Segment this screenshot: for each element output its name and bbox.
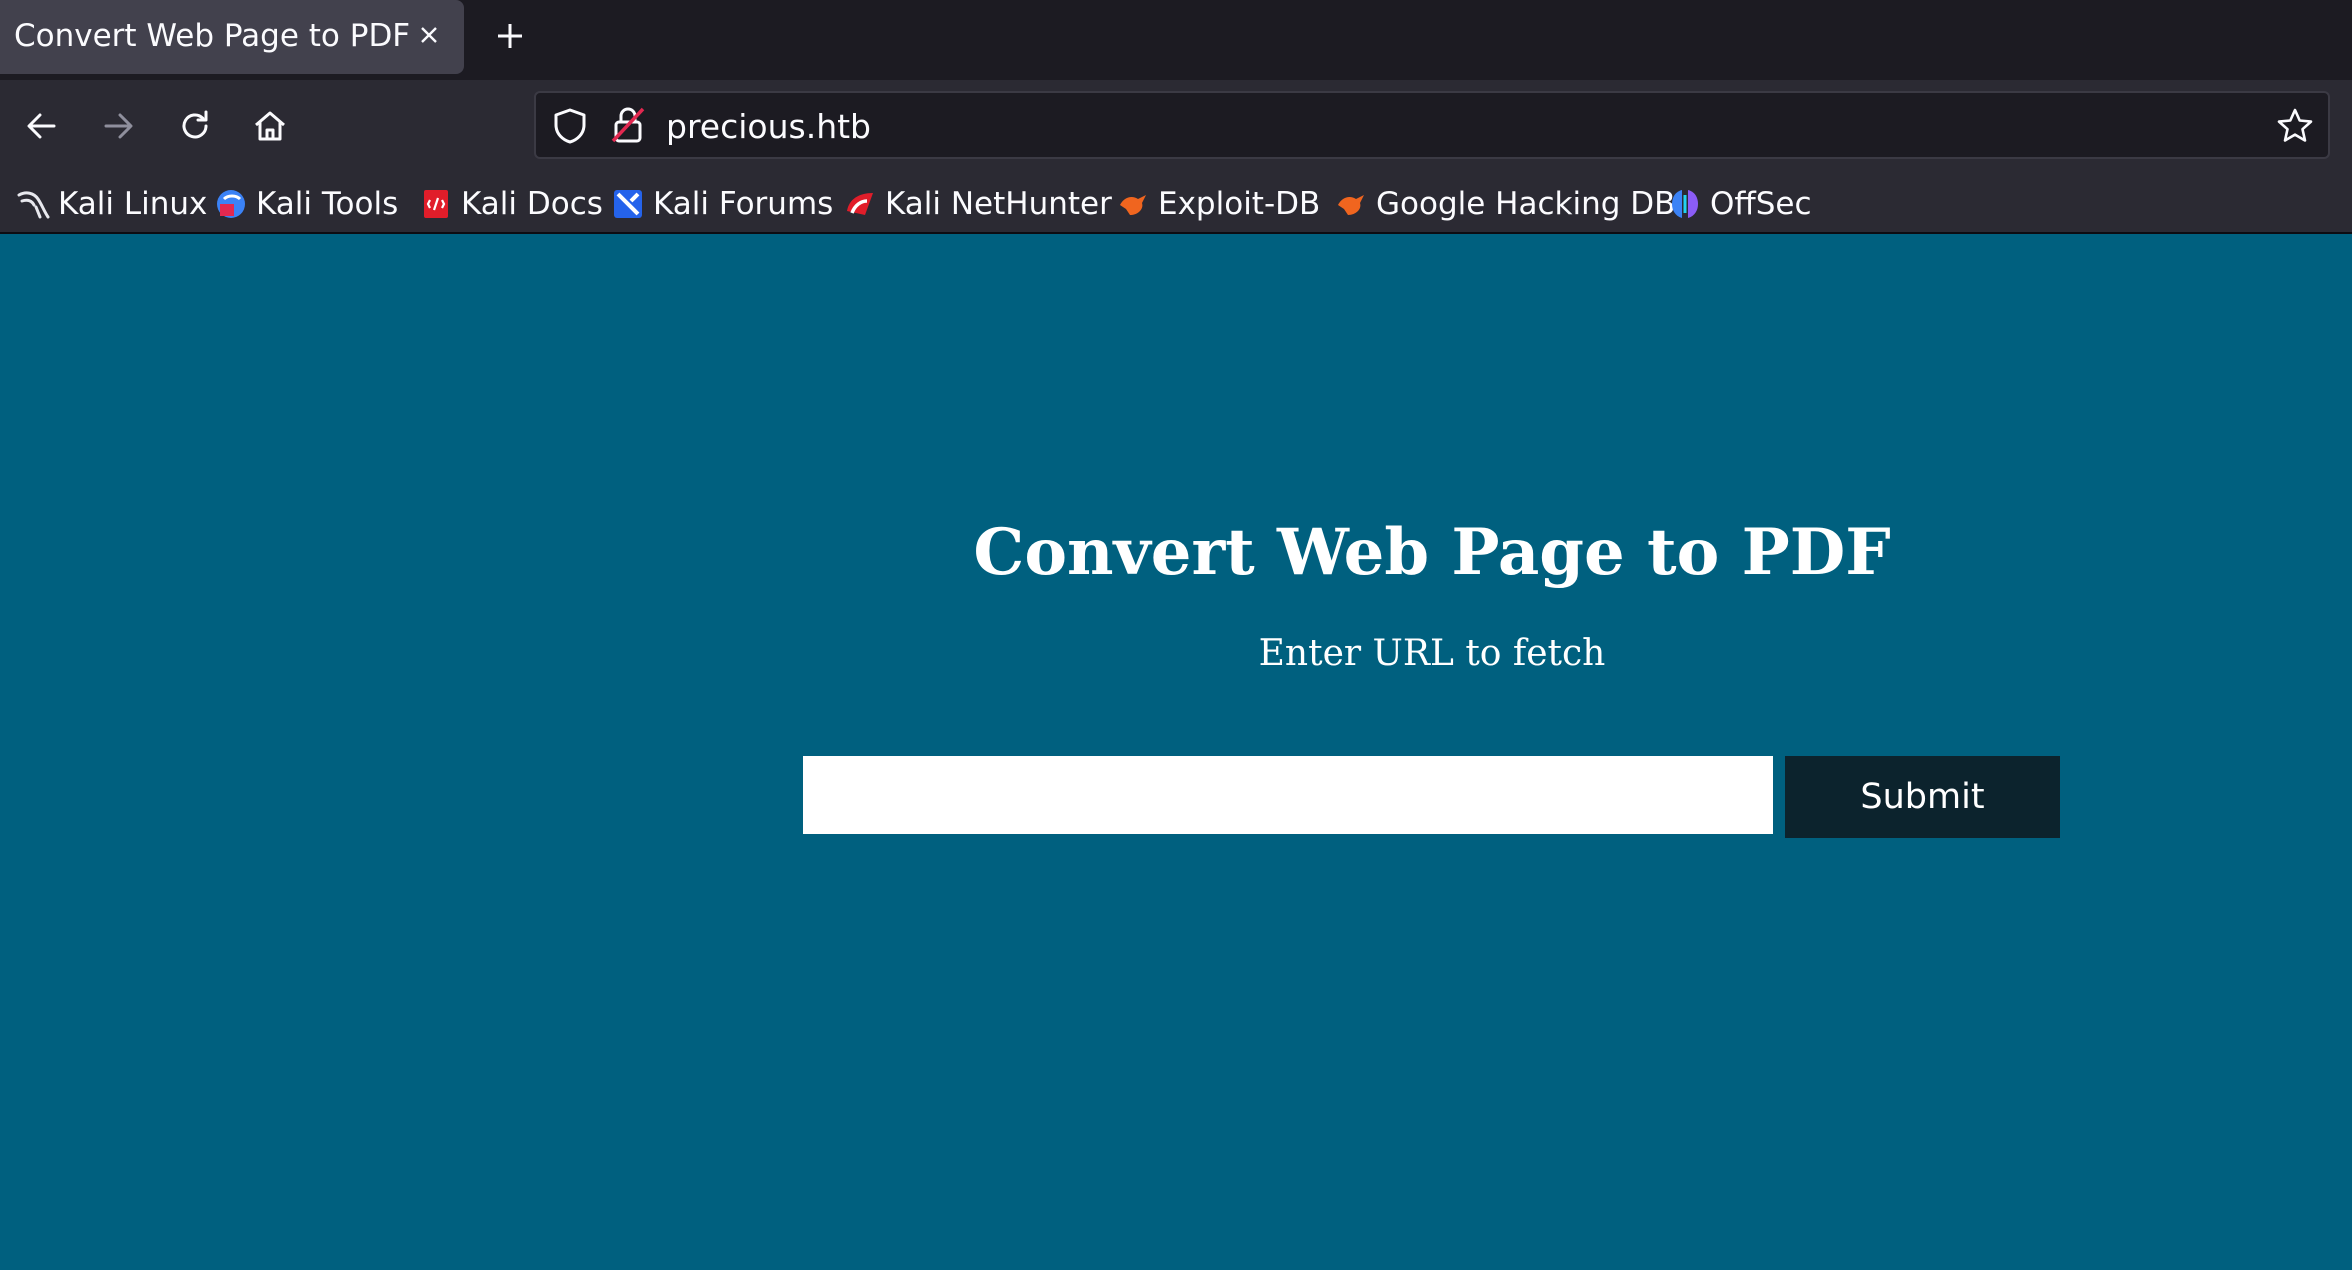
page-content: Convert Web Page to PDF Enter URL to fet…	[0, 235, 2352, 1270]
bookmark-google-hacking-db[interactable]: Google Hacking DB	[1334, 184, 1675, 224]
kali-dragon-icon	[17, 191, 50, 219]
tab-title: Convert Web Page to PDF	[14, 18, 411, 54]
bookmark-kali-linux[interactable]: Kali Linux	[16, 184, 207, 224]
tab-strip: Convert Web Page to PDF	[0, 0, 2352, 80]
page-title: Convert Web Page to PDF	[973, 515, 1891, 590]
offsec-icon	[1672, 190, 1698, 218]
insecure-lock-icon[interactable]	[610, 105, 646, 145]
bookmark-label: Kali Forums	[653, 186, 834, 222]
bookmarks-toolbar: Kali Linux Kali Tools Kali Docs Kali For…	[0, 174, 2352, 234]
bookmark-label: Kali Tools	[256, 186, 399, 222]
bookmark-label: Kali Docs	[461, 186, 603, 222]
tracking-protection-shield-icon[interactable]	[552, 107, 588, 145]
kali-docs-icon	[424, 190, 448, 218]
submit-button[interactable]: Submit	[1785, 756, 2060, 838]
kali-tools-icon	[217, 190, 245, 218]
navigation-toolbar: precious.htb	[0, 80, 2352, 174]
url-input[interactable]	[803, 756, 1773, 834]
url-text: precious.htb	[666, 107, 871, 146]
bookmark-label: Exploit-DB	[1158, 186, 1321, 222]
bookmark-star-icon[interactable]	[2276, 107, 2314, 145]
bookmark-kali-forums[interactable]: Kali Forums	[611, 184, 833, 224]
kali-nethunter-icon	[847, 193, 873, 215]
exploit-db-icon	[1120, 195, 1146, 215]
new-tab-plus-icon[interactable]	[492, 18, 528, 54]
home-icon[interactable]	[250, 106, 290, 146]
reload-icon[interactable]	[175, 106, 215, 146]
kali-forums-icon	[614, 190, 642, 218]
page-subtitle: Enter URL to fetch	[1258, 633, 1606, 674]
bookmark-label: Kali NetHunter	[885, 186, 1112, 222]
tab-active[interactable]: Convert Web Page to PDF	[0, 0, 464, 74]
address-bar[interactable]: precious.htb	[534, 91, 2330, 159]
bookmark-kali-nethunter[interactable]: Kali NetHunter	[843, 184, 1112, 224]
bookmark-offsec[interactable]: OffSec	[1668, 184, 1812, 224]
bookmark-exploit-db[interactable]: Exploit-DB	[1116, 184, 1320, 224]
bookmark-label: Google Hacking DB	[1376, 186, 1676, 222]
bookmark-label: Kali Linux	[58, 186, 208, 222]
bookmark-kali-tools[interactable]: Kali Tools	[214, 184, 398, 224]
back-arrow-icon[interactable]	[22, 106, 62, 146]
bookmark-kali-docs[interactable]: Kali Docs	[419, 184, 603, 224]
forward-arrow-icon[interactable]	[98, 106, 138, 146]
close-icon[interactable]	[414, 20, 444, 50]
ghdb-icon	[1338, 195, 1364, 215]
bookmark-label: OffSec	[1710, 186, 1812, 222]
